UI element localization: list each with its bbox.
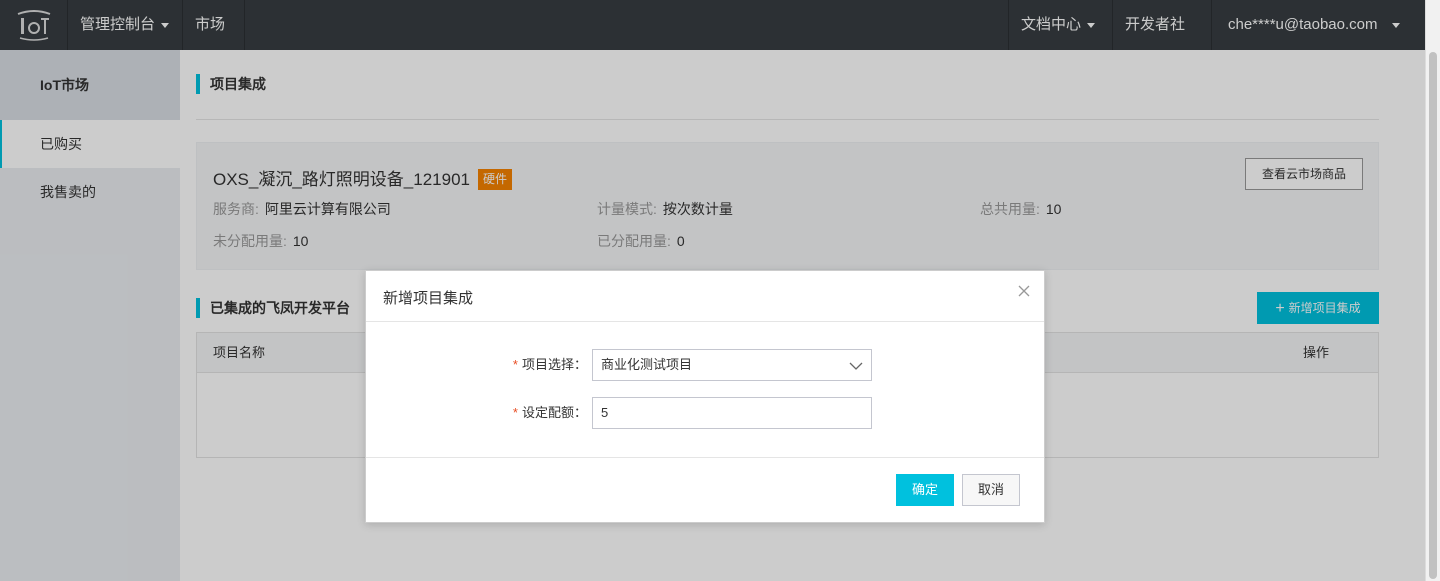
project-select-value: 商业化测试项目 (601, 357, 693, 372)
quota-label: * 设定配额： (513, 397, 587, 429)
scrollbar-thumb[interactable] (1429, 52, 1437, 579)
project-select-label-text: 项目选择： (521, 357, 587, 372)
project-select[interactable]: 商业化测试项目 (592, 349, 872, 381)
quota-row: * 设定配额： 5 (366, 397, 1046, 429)
dialog-title: 新增项目集成 (383, 290, 474, 307)
page-scrollbar[interactable] (1425, 0, 1440, 581)
chevron-down-icon (849, 362, 863, 370)
quota-label-text: 设定配额： (521, 405, 587, 420)
dialog-header: 新增项目集成 (366, 271, 1044, 322)
dialog-footer-divider (366, 457, 1044, 458)
confirm-button[interactable]: 确定 (896, 474, 954, 506)
project-select-label: * 项目选择： (513, 349, 587, 381)
quota-input[interactable]: 5 (592, 397, 872, 429)
cancel-button[interactable]: 取消 (962, 474, 1020, 506)
required-mark: * (512, 357, 518, 372)
add-integration-dialog: 新增项目集成 * 项目选择： 商业化测试项目 * 设定配额： 5 确定 取消 (365, 270, 1045, 523)
close-icon[interactable] (1016, 283, 1032, 299)
project-select-row: * 项目选择： 商业化测试项目 (366, 349, 1046, 381)
required-mark: * (512, 405, 518, 420)
